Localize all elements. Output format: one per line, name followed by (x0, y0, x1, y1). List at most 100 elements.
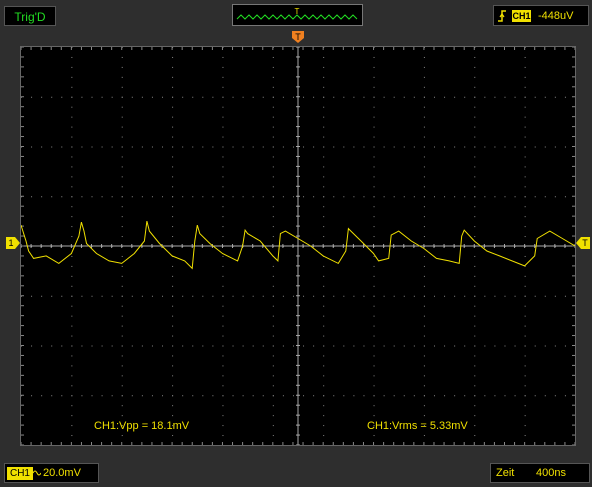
grid-dot (141, 196, 143, 198)
grid-dot (121, 66, 123, 68)
grid-dot (192, 196, 194, 198)
grid-dot (121, 385, 123, 387)
grid-dot (222, 265, 224, 267)
grid-dot (222, 345, 224, 347)
channel-1-ground-marker[interactable]: 1 (5, 236, 21, 250)
grid-dot (423, 166, 425, 168)
grid-dot (222, 355, 224, 357)
grid-dot (504, 345, 506, 347)
timebase-box[interactable]: Zeit 400ns (490, 463, 590, 483)
grid-dot (222, 66, 224, 68)
trigger-level-marker[interactable]: T (575, 236, 591, 250)
grid-dot (524, 186, 526, 188)
grid-dot (222, 375, 224, 377)
grid-dot (363, 196, 365, 198)
grid-dot (131, 295, 133, 297)
grid-dot (484, 395, 486, 397)
grid-dot (474, 86, 476, 88)
grid-dot (323, 345, 325, 347)
grid-dot (373, 405, 375, 407)
grid-dot (222, 166, 224, 168)
timebase-label: Zeit (496, 467, 515, 479)
grid-dot (121, 226, 123, 228)
grid-dot (121, 126, 123, 128)
grid-dot (534, 295, 536, 297)
grid-dot (202, 345, 204, 347)
grid-dot (71, 166, 73, 168)
trigger-info[interactable]: CH1 -448uV (493, 5, 589, 26)
grid-dot (71, 325, 73, 327)
grid-dot (272, 305, 274, 307)
grid-dot (343, 196, 345, 198)
grid-dot (383, 345, 385, 347)
grid-dot (222, 146, 224, 148)
grid-dot (162, 146, 164, 148)
grid-dot (373, 106, 375, 108)
grid-dot (232, 295, 234, 297)
waveform-overview[interactable]: T (232, 4, 363, 26)
grid-dot (333, 96, 335, 98)
grid-dot (323, 385, 325, 387)
grid-dot (61, 295, 63, 297)
grid-dot (71, 226, 73, 228)
grid-dot (343, 345, 345, 347)
volts-per-div: 20.0mV (43, 467, 81, 479)
grid-dot (454, 196, 456, 198)
grid-dot (423, 156, 425, 158)
grid-dot (252, 395, 254, 397)
grid-dot (121, 116, 123, 118)
grid-dot (61, 96, 63, 98)
grid-dot (524, 275, 526, 277)
grid-dot (272, 176, 274, 178)
grid-dot (323, 335, 325, 337)
grid-dot (303, 345, 305, 347)
grid-dot (303, 395, 305, 397)
grid-dot (323, 375, 325, 377)
grid-dot (61, 146, 63, 148)
grid-dot (162, 345, 164, 347)
grid-dot (71, 335, 73, 337)
grid-dot (101, 295, 103, 297)
grid-dot (272, 405, 274, 407)
grid-dot (423, 186, 425, 188)
grid-dot (172, 126, 174, 128)
channel-badge: CH1 (7, 467, 33, 480)
grid-dot (554, 395, 556, 397)
grid-dot (423, 86, 425, 88)
grid-dot (433, 196, 435, 198)
grid-dot (272, 355, 274, 357)
grid-dot (303, 146, 305, 148)
grid-dot (121, 106, 123, 108)
grid-dot (474, 285, 476, 287)
grid-dot (111, 345, 113, 347)
grid-dot (141, 146, 143, 148)
center-axes (21, 47, 575, 445)
grid-dot (121, 325, 123, 327)
grid-dot (353, 345, 355, 347)
grid-dot (524, 96, 526, 98)
grid-dot (172, 106, 174, 108)
grid-dot (121, 415, 123, 417)
grid-dot (262, 295, 264, 297)
grid-dot (192, 96, 194, 98)
grid-dot (474, 206, 476, 208)
grid-dot (71, 76, 73, 78)
grid-dot (474, 435, 476, 437)
grid-dot (373, 126, 375, 128)
grid-dot (524, 86, 526, 88)
grid-dot (121, 275, 123, 277)
grid-dot (151, 196, 153, 198)
grid-dot (101, 96, 103, 98)
grid-dot (313, 146, 315, 148)
grid-dot (51, 96, 53, 98)
grid-dot (474, 186, 476, 188)
grid-dot (162, 295, 164, 297)
grid-dot (363, 295, 365, 297)
grid-dot (172, 305, 174, 307)
grid-dot (202, 96, 204, 98)
grid-dot (423, 435, 425, 437)
grid-dot (131, 96, 133, 98)
channel-scale-box[interactable]: CH1 20.0mV (4, 463, 99, 483)
trigger-position-marker[interactable]: T (291, 30, 305, 44)
grid-dot (373, 395, 375, 397)
